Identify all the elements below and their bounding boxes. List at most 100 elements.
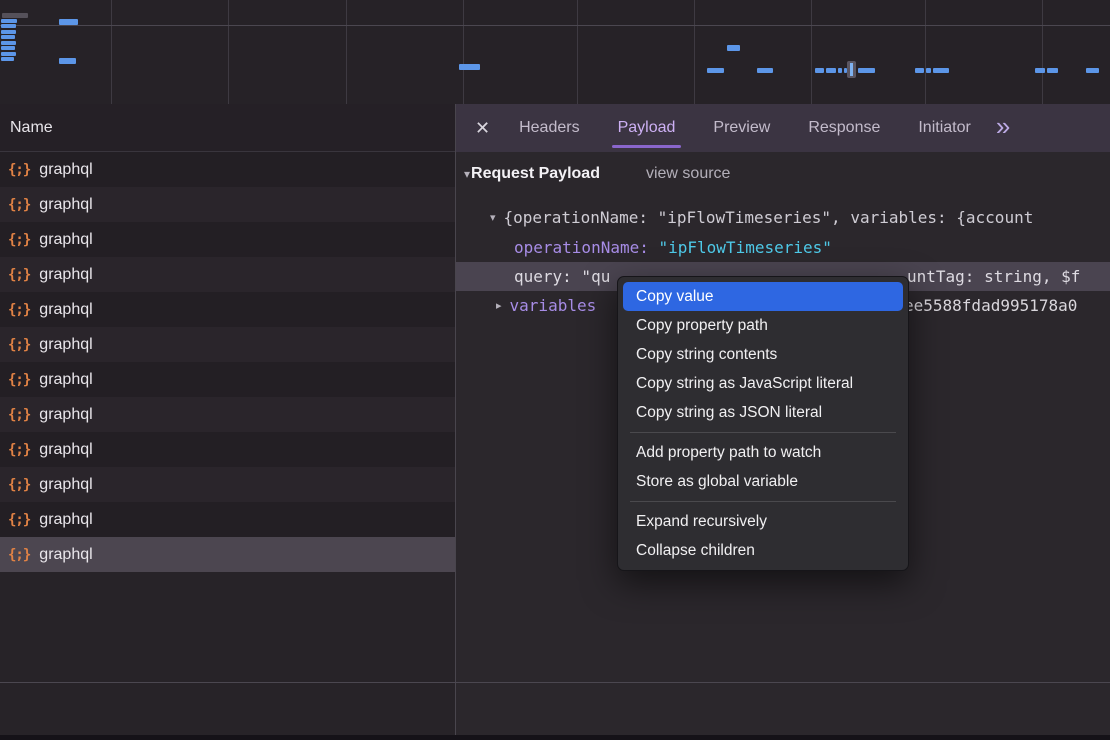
object-preview-text: {operationName: "ipFlowTimeseries", vari… [504, 208, 1034, 227]
payload-object-preview-row[interactable]: ▾ {operationName: "ipFlowTimeseries", va… [456, 203, 1110, 232]
json-braces-icon: {;} [8, 372, 30, 388]
json-braces-icon: {;} [8, 302, 30, 318]
overview-gridline [346, 0, 347, 104]
request-row-graphql[interactable]: {;}graphql [0, 432, 455, 467]
overview-scrub-core [850, 63, 853, 76]
request-timing-bar [1, 41, 16, 45]
json-braces-icon: {;} [8, 442, 30, 458]
request-row-graphql[interactable]: {;} graphql [0, 222, 455, 257]
network-overview-timeline[interactable] [0, 0, 1110, 105]
request-row-graphql[interactable]: {;} graphql [0, 467, 455, 502]
menu-separator [630, 501, 896, 502]
request-timing-bar [2, 13, 28, 18]
request-timing-bar [1047, 68, 1058, 73]
context-menu: Copy valueCopy property pathCopy string … [617, 276, 909, 571]
request-timing-bar [926, 68, 931, 73]
property-value-right-fragment: ee5588fdad995178a0 [904, 291, 1077, 320]
footer-divider [0, 682, 1110, 683]
request-name-label: graphql [39, 476, 92, 494]
tab-payload[interactable]: Payload [599, 104, 695, 152]
close-icon[interactable]: ✕ [475, 118, 490, 139]
request-timing-bar [858, 68, 875, 73]
request-timing-bar [1, 46, 15, 50]
request-timing-bar [915, 68, 924, 73]
menu-item-copy-property-path[interactable]: Copy property path [623, 311, 903, 340]
request-name-label: graphql [39, 196, 92, 214]
request-timing-bar [59, 19, 78, 25]
request-timing-bar [1, 24, 16, 28]
request-timing-bar [757, 68, 773, 73]
request-row-graphql[interactable]: {;} graphql [0, 537, 455, 572]
property-key: operationName: [514, 238, 659, 257]
overview-gridline [811, 0, 812, 104]
tab-initiator[interactable]: Initiator [899, 104, 989, 152]
json-braces-icon: {;} [8, 232, 30, 248]
request-row-graphql[interactable]: {;} graphql [0, 152, 455, 187]
more-tabs-icon[interactable]: » [996, 113, 1010, 143]
request-timing-bar [59, 58, 76, 64]
request-row-graphql[interactable]: {;}graphql [0, 327, 455, 362]
overview-gridline [577, 0, 578, 104]
request-name-label: graphql [39, 406, 92, 424]
tab-preview[interactable]: Preview [694, 104, 789, 152]
menu-item-copy-string-as-javascript-literal[interactable]: Copy string as JavaScript literal [623, 369, 903, 398]
json-braces-icon: {;} [8, 512, 30, 528]
menu-item-expand-recursively[interactable]: Expand recursively [623, 507, 903, 536]
request-list-pane: {;} graphql {;} graphql {;} graphql {;} graphql… [0, 152, 455, 740]
menu-item-copy-string-as-json-literal[interactable]: Copy string as JSON literal [623, 398, 903, 427]
json-braces-icon: {;} [8, 547, 30, 563]
json-braces-icon: {;} [8, 477, 30, 493]
json-braces-icon: {;} [8, 407, 30, 423]
request-row-graphql[interactable]: {;} graphql [0, 187, 455, 222]
menu-item-add-property-path-to-watch[interactable]: Add property path to watch [623, 438, 903, 467]
menu-item-store-as-global-variable[interactable]: Store as global variable [623, 467, 903, 496]
json-braces-icon: {;} [8, 267, 30, 283]
request-row-graphql[interactable]: {;} graphql [0, 362, 455, 397]
menu-item-copy-value[interactable]: Copy value [623, 282, 903, 311]
overview-gridline [925, 0, 926, 104]
view-source-link[interactable]: view source [646, 165, 730, 183]
name-column-header[interactable]: Name [0, 104, 455, 152]
menu-item-collapse-children[interactable]: Collapse children [623, 536, 903, 565]
request-name-label: graphql [39, 371, 92, 389]
request-timing-bar [826, 68, 836, 73]
request-name-label: graphql [39, 301, 92, 319]
request-name-label: graphql [39, 546, 92, 564]
request-timing-bar [1, 52, 16, 56]
collapse-arrow-icon: ▾ [490, 211, 496, 224]
overview-gridline [228, 0, 229, 104]
request-name-label: graphql [39, 511, 92, 529]
request-row-graphql[interactable]: {;} graphql [0, 397, 455, 432]
payload-row-operation-name[interactable]: operationName: "ipFlowTimeseries" [456, 233, 1110, 262]
request-timing-bar [459, 64, 480, 70]
request-name-label: graphql [39, 266, 92, 284]
property-key-value-left: query: "qu [514, 267, 610, 286]
request-timing-bar [1, 57, 14, 61]
request-timing-bar [1, 35, 15, 39]
expand-arrow-icon: ▸ [496, 299, 502, 312]
overview-gridline-horizontal [0, 25, 1110, 26]
property-value: "ipFlowTimeseries" [659, 238, 832, 257]
overview-gridline [694, 0, 695, 104]
request-row-graphql[interactable]: {;} graphql [0, 502, 455, 537]
overview-gridline [463, 0, 464, 104]
json-braces-icon: {;} [8, 162, 30, 178]
request-timing-bar [1, 19, 17, 23]
overview-scrub-handle[interactable] [847, 61, 856, 78]
tab-headers[interactable]: Headers [500, 104, 598, 152]
request-row-graphql[interactable]: {;} graphql [0, 292, 455, 327]
json-braces-icon: {;} [8, 197, 30, 213]
request-name-label: graphql [39, 336, 92, 354]
tab-response[interactable]: Response [789, 104, 899, 152]
request-name-label: graphql [39, 161, 92, 179]
request-timing-bar [1, 30, 16, 34]
property-key: variables [510, 296, 597, 315]
request-timing-bar [1035, 68, 1045, 73]
menu-item-copy-string-contents[interactable]: Copy string contents [623, 340, 903, 369]
request-payload-section-header[interactable]: ▾ Request Payload view source [464, 165, 730, 183]
request-name-label: graphql [39, 231, 92, 249]
request-timing-bar [707, 68, 724, 73]
request-row-graphql[interactable]: {;} graphql [0, 257, 455, 292]
request-timing-bar [933, 68, 949, 73]
request-timing-bar [1086, 68, 1099, 73]
